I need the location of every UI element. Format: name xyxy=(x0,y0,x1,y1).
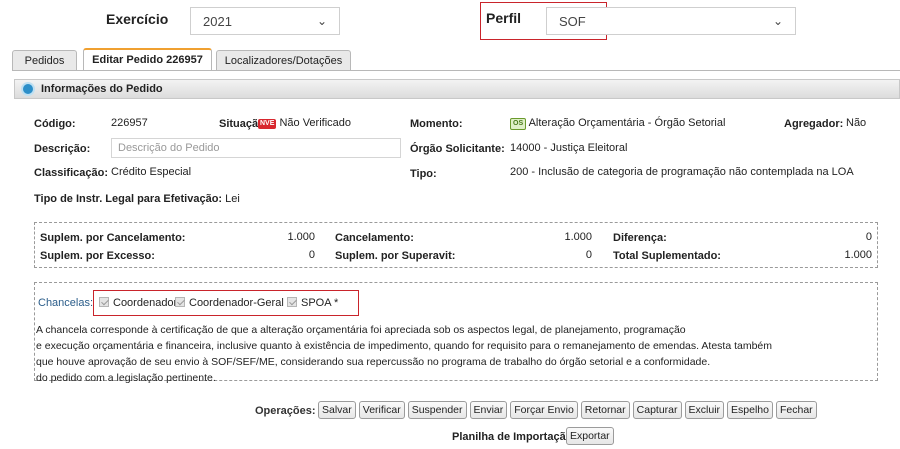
chancela-text-line: do pedido com a legislação pertinente. xyxy=(36,372,216,384)
exercicio-label: Exercício xyxy=(106,11,169,27)
instr-legal-row: Tipo de Instr. Legal para Efetivação: Le… xyxy=(34,193,240,205)
perfil-select[interactable]: SOF ⌄ xyxy=(546,7,796,35)
chancela-text-line: A chancela corresponde à certificação de… xyxy=(36,324,686,336)
verificar-button[interactable]: Verificar xyxy=(358,401,405,419)
instr-legal-value: Lei xyxy=(225,193,240,205)
panel-header: Informações do Pedido xyxy=(14,79,900,99)
checkbox-checked-icon xyxy=(287,297,297,307)
perfil-label: Perfil xyxy=(486,10,522,26)
totals-box xyxy=(34,222,878,268)
perfil-value: SOF xyxy=(559,13,586,29)
checkbox-checked-icon xyxy=(175,297,185,307)
exercicio-select[interactable]: 2021 ⌄ xyxy=(190,7,340,35)
planilha-importacao-label: Planilha de Importação: xyxy=(452,431,577,443)
tab-pedidos[interactable]: Pedidos xyxy=(12,50,77,70)
tab-editar-pedido[interactable]: Editar Pedido 226957 xyxy=(83,48,212,70)
agregador-value: Não xyxy=(846,117,867,129)
supl-cancel-label: Suplem. por Cancelamento: xyxy=(40,232,186,244)
espelho-button[interactable]: Espelho xyxy=(727,401,773,419)
chancela-coordenador-geral-label: Coordenador-Geral * xyxy=(189,297,292,309)
classificacao-label: Classificação: xyxy=(34,167,108,179)
chancela-spoa-label: SPOA * xyxy=(301,297,339,309)
fechar-button[interactable]: Fechar xyxy=(775,401,817,419)
chancela-coordenador[interactable]: Coordenador xyxy=(99,297,177,309)
chevron-down-icon: ⌄ xyxy=(772,14,783,28)
total-value: 1.000 xyxy=(844,249,872,261)
operacoes-label: Operações: xyxy=(255,405,316,417)
panel-title: Informações do Pedido xyxy=(41,83,163,95)
codigo-label: Código: xyxy=(34,118,76,130)
suspender-button[interactable]: Suspender xyxy=(407,401,467,419)
operations-toolbar: Salvar Verificar Suspender Enviar Forçar… xyxy=(318,401,817,419)
chancela-coordenador-geral[interactable]: Coordenador-Geral * xyxy=(175,297,291,309)
chancela-coordenador-label: Coordenador xyxy=(113,297,178,309)
chevron-down-icon: ⌄ xyxy=(316,14,327,28)
forcar-envio-button[interactable]: Forçar Envio xyxy=(510,401,578,419)
diferenca-label: Diferença: xyxy=(613,232,667,244)
chancela-spoa[interactable]: SPOA * xyxy=(287,297,338,309)
exercicio-value: 2021 xyxy=(203,13,232,29)
diferenca-value: 0 xyxy=(865,231,872,243)
tab-underline xyxy=(12,70,900,71)
os-badge: OS xyxy=(510,118,527,130)
codigo-value: 226957 xyxy=(111,117,148,129)
excluir-button[interactable]: Excluir xyxy=(684,401,725,419)
supl-excesso-value: 0 xyxy=(308,249,315,261)
capturar-button[interactable]: Capturar xyxy=(632,401,682,419)
retornar-button[interactable]: Retornar xyxy=(580,401,630,419)
momento-label: Momento: xyxy=(410,118,463,130)
chancela-text-line: e execução orçamentária e financeira, in… xyxy=(36,340,773,352)
chancelas-label: Chancelas: xyxy=(38,297,94,309)
supl-superavit-value: 0 xyxy=(585,249,592,261)
situacao-value: Não Verificado xyxy=(279,117,352,129)
chancela-text-line: que houve aprovação de seu envio à SOF/S… xyxy=(36,356,711,368)
supl-excesso-label: Suplem. por Excesso: xyxy=(40,250,155,262)
supl-superavit-label: Suplem. por Superavit: xyxy=(335,250,456,262)
chancela-description: A chancela corresponde à certificação de… xyxy=(36,322,772,386)
classificacao-value: Crédito Especial xyxy=(111,166,192,178)
agregador-label: Agregador: xyxy=(784,118,844,130)
instr-legal-label: Tipo de Instr. Legal para Efetivação: xyxy=(34,193,223,205)
situacao-status: NVE Não Verificado xyxy=(258,117,351,129)
info-icon xyxy=(21,82,35,96)
tipo-label: Tipo: xyxy=(410,168,437,180)
momento-value: Alteração Orçamentária - Órgão Setorial xyxy=(528,117,726,129)
descricao-input[interactable]: Descrição do Pedido xyxy=(111,138,401,158)
nve-badge: NVE xyxy=(258,119,277,129)
descricao-label: Descrição: xyxy=(34,143,91,155)
tab-localizadores[interactable]: Localizadores/Dotações xyxy=(216,50,351,70)
tipo-value: 200 - Inclusão de categoria de programaç… xyxy=(510,166,854,178)
exportar-button[interactable]: Exportar xyxy=(566,427,614,445)
total-label: Total Suplementado: xyxy=(613,250,721,262)
enviar-button[interactable]: Enviar xyxy=(469,401,508,419)
orgao-label: Órgão Solicitante: xyxy=(410,143,505,155)
orgao-value: 14000 - Justiça Eleitoral xyxy=(510,142,628,154)
supl-cancel-value: 1.000 xyxy=(287,231,315,243)
salvar-button[interactable]: Salvar xyxy=(318,401,356,419)
checkbox-checked-icon xyxy=(99,297,109,307)
cancel-label: Cancelamento: xyxy=(335,232,414,244)
cancel-value: 1.000 xyxy=(564,231,592,243)
descricao-placeholder: Descrição do Pedido xyxy=(118,142,220,154)
momento-status: OS Alteração Orçamentária - Órgão Setori… xyxy=(510,117,725,130)
